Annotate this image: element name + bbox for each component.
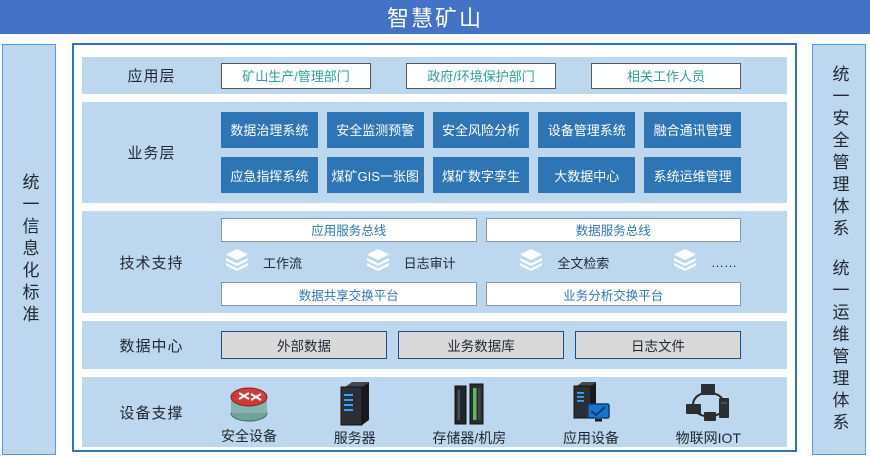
app-box-government-env: 政府/环境保护部门 [406,63,556,89]
layer-tech-support: 技术支持 应用服务总线 数据服务总线 工作流 日志审计 [82,211,787,313]
business-row-2: 应急指挥系统 煤矿GIS一张图 煤矿数字孪生 大数据中心 系统运维管理 [221,157,741,193]
equipment-security-device: 安全设备 [221,382,277,446]
middleware-row: 工作流 日志审计 全文检索 [221,249,741,276]
platform-box-business-analysis: 业务分析交换平台 [486,282,742,306]
layer-application: 应用层 矿山生产/管理部门 政府/环境保护部门 相关工作人员 [82,57,787,94]
page-title: 智慧矿山 [387,1,483,33]
equipment-server-label: 服务器 [334,428,376,448]
equipment-iot-label: 物联网IOT [676,428,741,448]
title-banner: 智慧矿山 [0,0,870,34]
biz-box-device-management: 设备管理系统 [538,112,635,148]
security-device-icon [226,382,272,424]
server-icon [338,382,372,426]
exchange-platform-row: 数据共享交换平台 业务分析交换平台 [221,282,741,306]
data-box-business-db: 业务数据库 [398,331,564,359]
biz-box-big-data-center: 大数据中心 [538,157,635,193]
iot-network-icon [684,382,732,426]
biz-box-risk-analysis: 安全风险分析 [433,112,530,148]
biz-box-data-governance: 数据治理系统 [221,112,318,148]
biz-box-safety-monitoring: 安全监测预警 [327,112,424,148]
biz-box-digital-twin: 煤矿数字孪生 [433,157,530,193]
platform-box-data-sharing: 数据共享交换平台 [221,282,477,306]
layer-data-center: 数据中心 外部数据 业务数据库 日志文件 [82,321,787,369]
middleware-fulltext-search: 全文检索 [519,249,609,276]
middleware-workflow: 工作流 [225,249,302,276]
biz-box-gis-map: 煤矿GIS一张图 [327,157,424,193]
architecture-panel: 应用层 矿山生产/管理部门 政府/环境保护部门 相关工作人员 业务层 数据治理系… [72,43,797,452]
right-pillar-label-security: 统一安全管理体系 [831,65,848,241]
middleware-more-label: …… [711,255,737,270]
data-box-log-files: 日志文件 [575,331,741,359]
bus-box-data-service: 数据服务总线 [486,218,742,242]
data-box-external-data: 外部数据 [221,331,387,359]
layer-tech-support-label: 技术支持 [82,211,221,313]
app-device-icon [569,382,613,426]
equipment-iot: 物联网IOT [676,382,741,448]
middleware-more: …… [673,249,737,276]
biz-box-system-ops: 系统运维管理 [644,157,741,193]
layers-icon [225,249,249,276]
middleware-workflow-label: 工作流 [263,253,302,272]
layers-icon [673,249,697,276]
equipment-server: 服务器 [334,382,376,448]
biz-box-emergency-command: 应急指挥系统 [221,157,318,193]
biz-box-converged-comms: 融合通讯管理 [644,112,741,148]
right-pillar-label-ops: 统一运维管理体系 [831,259,848,435]
layer-application-label: 应用层 [82,57,221,94]
layers-icon [519,249,543,276]
bus-box-app-service: 应用服务总线 [221,218,477,242]
layer-equipment-label: 设备支撑 [82,377,221,447]
equipment-app-device-label: 应用设备 [563,428,619,448]
business-row-1: 数据治理系统 安全监测预警 安全风险分析 设备管理系统 融合通讯管理 [221,112,741,148]
equipment-app-device: 应用设备 [563,382,619,448]
equipment-storage-label: 存储器/机房 [432,428,506,448]
middleware-log-audit: 日志审计 [366,249,456,276]
equipment-security-device-label: 安全设备 [221,426,277,446]
app-box-related-staff: 相关工作人员 [591,63,741,89]
layer-data-center-label: 数据中心 [82,321,221,369]
layer-equipment: 设备支撑 安全设备 [82,377,787,447]
storage-rack-icon [451,382,487,426]
left-pillar-unified-info-standard: 统一信息化标准 [2,44,56,455]
layer-business-label: 业务层 [82,102,221,203]
left-pillar-label: 统一信息化标准 [21,173,38,327]
service-bus-row: 应用服务总线 数据服务总线 [221,218,741,242]
middleware-fulltext-search-label: 全文检索 [557,253,609,272]
app-box-mine-production: 矿山生产/管理部门 [221,63,371,89]
right-pillar-unified-systems: 统一安全管理体系 统一运维管理体系 [812,44,866,455]
equipment-storage: 存储器/机房 [432,382,506,448]
layer-business: 业务层 数据治理系统 安全监测预警 安全风险分析 设备管理系统 融合通讯管理 应… [82,102,787,203]
layers-icon [366,249,390,276]
middleware-log-audit-label: 日志审计 [404,253,456,272]
